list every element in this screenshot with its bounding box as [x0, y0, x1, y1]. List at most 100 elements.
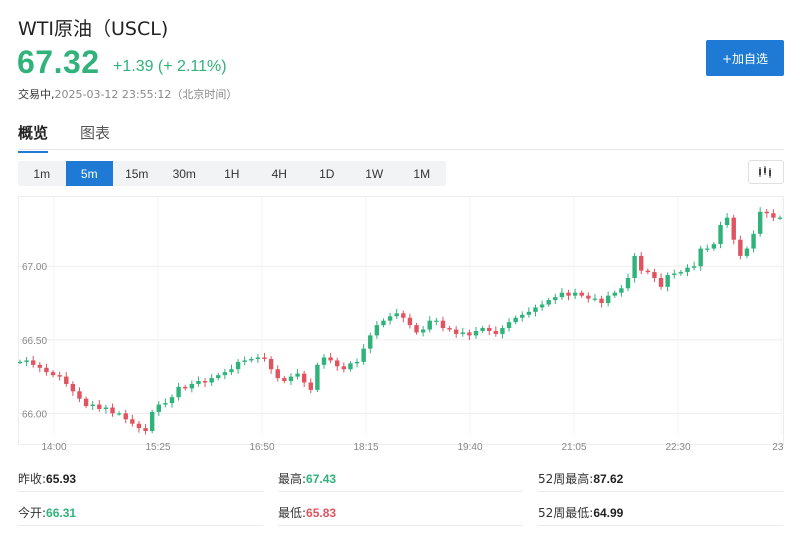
interval-1d[interactable]: 1D: [303, 161, 351, 186]
add-watchlist-button[interactable]: +加自选: [706, 40, 784, 76]
candle-body: [599, 298, 604, 304]
candle-body: [691, 266, 697, 268]
y-tick-label: 67.00: [22, 262, 47, 273]
stat-label: 今开:: [18, 506, 47, 520]
candle-body: [387, 316, 393, 321]
candle-body: [169, 397, 175, 404]
x-tick-label: 19:40: [457, 442, 482, 453]
candle-body: [31, 360, 36, 365]
interval-1m[interactable]: 1m: [18, 161, 66, 186]
candle-body: [116, 413, 122, 415]
interval-4h[interactable]: 4H: [256, 161, 304, 186]
stat-label: 最高:: [278, 472, 307, 486]
candle-body: [37, 364, 43, 368]
candle-body: [216, 375, 221, 379]
stat-52w-high: 52周最高: 87.62: [538, 466, 783, 492]
candle-body: [229, 369, 234, 373]
candle-body: [711, 244, 717, 249]
candle-body: [24, 360, 29, 362]
candle-body: [586, 295, 591, 299]
candle-body: [196, 381, 201, 384]
candle-body: [282, 378, 287, 382]
candle-body: [202, 381, 208, 383]
stat-low: 最低: 65.83: [278, 500, 523, 526]
stat-value: 64.99: [593, 505, 624, 520]
interval-selector: 1m 5m 15m 30m 1H 4H 1D 1W 1M: [18, 161, 446, 186]
tab-overview[interactable]: 概览: [18, 122, 49, 153]
candle-body: [407, 317, 413, 326]
chart-frame: [18, 196, 784, 445]
candle-body: [559, 292, 565, 298]
candle-body: [83, 398, 89, 407]
candle-body: [354, 361, 360, 364]
tab-chart[interactable]: 图表: [80, 122, 110, 151]
candle-body: [262, 357, 267, 359]
candle-body: [533, 307, 538, 312]
candle-body: [705, 248, 710, 250]
candle-body: [50, 372, 56, 376]
candle-body: [130, 419, 135, 424]
candle-body: [718, 225, 723, 245]
candle-body: [149, 411, 155, 432]
candle-body: [592, 298, 598, 300]
candle-body: [539, 304, 545, 308]
candle-body: [579, 292, 584, 296]
candle-body: [652, 272, 657, 278]
stat-value: 67.43: [306, 471, 337, 486]
interval-30m[interactable]: 30m: [161, 161, 209, 186]
candlestick-chart: 67.00 66.50 66.00 14:00 15:25 16:50 18:15 19:40…: [17, 196, 792, 453]
candle-body: [480, 328, 485, 331]
chart-type-button[interactable]: [748, 160, 784, 184]
candle-body: [235, 361, 241, 370]
x-tick-label: 23:5: [772, 442, 784, 453]
last-price: 67.32: [17, 44, 100, 80]
candle-body: [678, 272, 684, 274]
candle-body: [639, 255, 644, 271]
candle-body: [500, 328, 505, 334]
candle-body: [209, 378, 214, 383]
candle-body: [136, 423, 142, 429]
candle-body: [110, 407, 115, 414]
stat-value: 65.83: [306, 505, 337, 520]
candle-body: [97, 404, 102, 409]
candle-body: [275, 369, 280, 379]
candle-body: [744, 248, 750, 256]
candle-body: [414, 325, 419, 333]
interval-1mo[interactable]: 1M: [398, 161, 446, 186]
candle-body: [401, 313, 406, 318]
candle-body: [665, 275, 670, 287]
candle-body: [526, 311, 532, 315]
candle-body: [143, 428, 148, 432]
interval-1h[interactable]: 1H: [208, 161, 256, 186]
candle-body: [361, 348, 366, 362]
candle-body: [566, 292, 571, 296]
candle-body: [183, 386, 188, 389]
candle-body: [268, 358, 274, 370]
candle-body: [731, 217, 736, 240]
candle-body: [301, 373, 307, 383]
candle-body: [295, 373, 300, 377]
stat-value: 65.93: [46, 471, 77, 486]
candle-body: [513, 317, 518, 323]
stat-value: 87.62: [593, 471, 624, 486]
candle-body: [738, 239, 743, 256]
candle-body: [308, 382, 313, 390]
candle-body: [348, 363, 353, 370]
candle-body: [44, 367, 49, 373]
stat-prev-close: 昨收: 65.93: [18, 466, 263, 492]
interval-5m[interactable]: 5m: [65, 161, 113, 186]
candle-body: [288, 376, 294, 382]
interval-1w[interactable]: 1W: [351, 161, 399, 186]
candle-body: [381, 320, 386, 326]
status-label: 交易中,: [18, 88, 55, 101]
candle-body: [751, 233, 756, 249]
candle-body: [672, 273, 677, 276]
candle-body: [757, 211, 763, 234]
candle-body: [427, 320, 432, 330]
candle-body: [103, 407, 109, 409]
price-chart[interactable]: 67.00 66.50 66.00 14:00 15:25 16:50 18:15 19:40…: [17, 196, 792, 454]
interval-15m[interactable]: 15m: [113, 161, 161, 186]
stat-label: 52周最低:: [538, 506, 594, 520]
view-tabs: 概览 图表: [18, 122, 784, 153]
candle-body: [771, 213, 776, 218]
